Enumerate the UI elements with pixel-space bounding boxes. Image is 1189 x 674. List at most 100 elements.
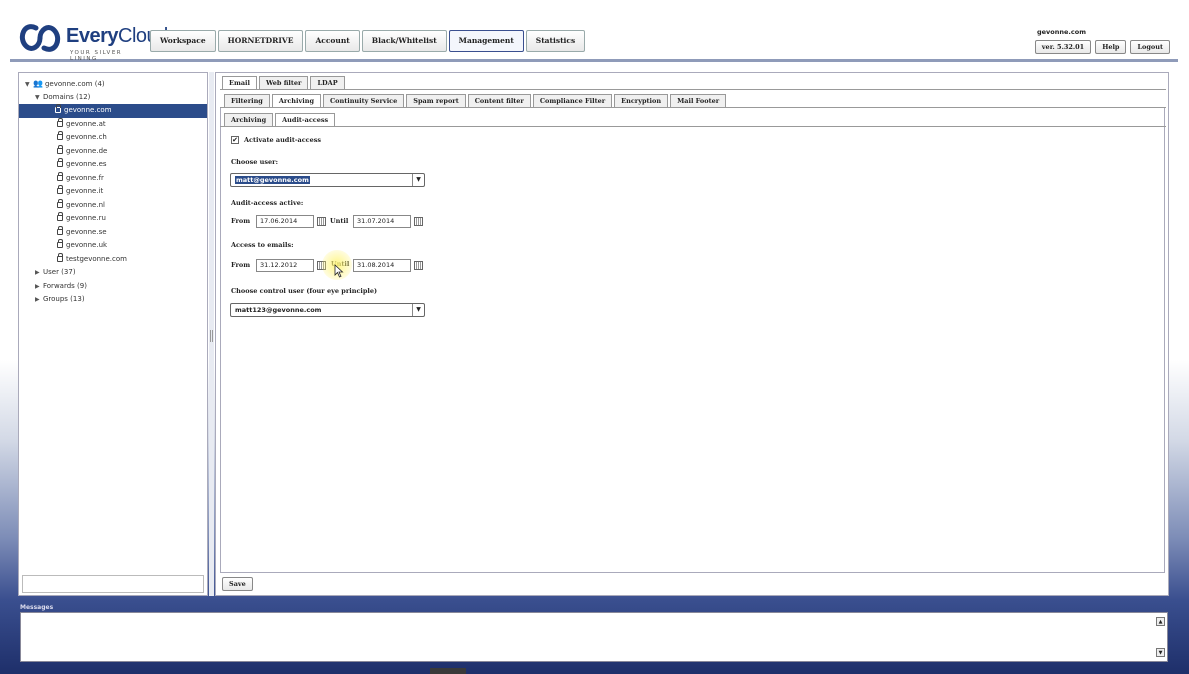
top-tabs: Email Web filter LDAP [222, 76, 347, 90]
tab-email[interactable]: Email [222, 76, 257, 90]
lock-icon [57, 144, 63, 154]
tree-domain-item[interactable]: gevonne.fr [19, 171, 207, 186]
nav-management-button[interactable]: Management [448, 30, 524, 52]
tree-domain-item[interactable]: testgevonne.com [19, 252, 207, 267]
tab-compliance-filter[interactable]: Compliance Filter [532, 94, 613, 107]
control-user-label: Choose control user (four eye principle) [231, 287, 378, 295]
expanded-triangle-icon: ▼ [35, 93, 40, 101]
brand-tagline: YOUR SILVER LINING [70, 50, 123, 62]
tab-content-filter[interactable]: Content filter [467, 94, 531, 107]
lock-icon [57, 239, 63, 248]
choose-user-value: matt@gevonne.com [235, 176, 310, 184]
tree-footer-box [22, 575, 204, 593]
splitter-grip-icon [210, 330, 213, 342]
tab-encryption[interactable]: Encryption [614, 94, 669, 107]
collapsed-triangle-icon: ▶ [35, 282, 40, 290]
nav-workspace-button[interactable]: Workspace [150, 30, 216, 52]
lock-icon [55, 104, 61, 113]
tab-archiving[interactable]: Archiving [271, 94, 321, 108]
tree-domain-item[interactable]: gevonne.uk [19, 239, 207, 253]
version-button[interactable]: ver. 5.32.01 [1034, 40, 1092, 54]
lock-icon [57, 212, 63, 221]
emails-from-label: From [231, 261, 251, 269]
tab-web-filter[interactable]: Web filter [258, 76, 309, 89]
tree-domain-item[interactable]: gevonne.se [19, 225, 207, 240]
audit-until-input[interactable]: 31.07.2014 [353, 215, 411, 228]
logout-button[interactable]: Logout [1130, 40, 1170, 54]
control-user-value: matt123@gevonne.com [235, 306, 322, 314]
calendar-icon[interactable] [414, 217, 423, 226]
tree-domain-item[interactable]: gevonne.es [19, 158, 207, 172]
help-button[interactable]: Help [1095, 40, 1127, 54]
scroll-up-icon[interactable]: ▲ [1156, 617, 1165, 626]
tab-spam-report[interactable]: Spam report [406, 94, 466, 107]
tab-divider [220, 89, 1166, 90]
messages-box: ▲ ▼ [20, 612, 1168, 662]
navigation-tree-panel: ▼ 👥 gevonne.com (4) ▼ Domains (12) gevonne.… [18, 72, 208, 596]
access-emails-label: Access to emails: [231, 241, 294, 249]
tree-root-item[interactable]: ▼ 👥 gevonne.com (4) [19, 77, 207, 91]
tab-divider [220, 126, 1166, 127]
lock-icon [57, 225, 63, 235]
panel-splitter[interactable] [209, 72, 214, 596]
audit-from-label: From [231, 217, 251, 225]
archiving-tabs: Archiving Audit-access [224, 113, 337, 127]
lock-icon [57, 117, 63, 127]
tab-filtering[interactable]: Filtering [224, 94, 270, 107]
choose-user-select[interactable]: matt@gevonne.com ▼ [230, 173, 425, 187]
audit-until-label: Until [330, 217, 349, 225]
scroll-down-icon[interactable]: ▼ [1156, 648, 1165, 657]
audit-from-input[interactable]: 17.06.2014 [256, 215, 314, 228]
tree-domain-item[interactable]: gevonne.at [19, 117, 207, 132]
account-buttons: ver. 5.32.01 Help Logout [1034, 40, 1170, 54]
nav-statistics-button[interactable]: Statistics [525, 30, 586, 52]
tree-groups-item[interactable]: ▶ Groups (13) [19, 293, 207, 307]
lock-icon [57, 131, 63, 140]
save-button[interactable]: Save [222, 577, 253, 591]
lock-icon [57, 252, 63, 262]
tree-domain-item[interactable]: gevonne.de [19, 144, 207, 159]
tree-forwards-item[interactable]: ▶ Forwards (9) [19, 280, 207, 294]
app-header: EveryCloud YOUR SILVER LINING Workspace … [10, 12, 1178, 62]
tree-domain-item[interactable]: gevonne.ch [19, 131, 207, 145]
calendar-icon[interactable] [414, 261, 423, 270]
choose-user-label: Choose user: [231, 158, 278, 166]
lock-icon [57, 171, 63, 181]
chevron-down-icon: ▼ [412, 174, 424, 186]
lock-icon [57, 158, 63, 167]
audit-active-label: Audit-access active: [231, 199, 304, 207]
taskbar-tab [430, 668, 466, 674]
tab-continuity-service[interactable]: Continuity Service [323, 94, 405, 107]
expanded-triangle-icon: ▼ [25, 81, 30, 88]
chevron-down-icon: ▼ [412, 304, 424, 316]
tab-divider [220, 107, 1166, 108]
tree-user-item[interactable]: ▶ User (37) [19, 266, 207, 280]
lock-icon [57, 185, 63, 194]
tab-archiving-sub[interactable]: Archiving [224, 113, 274, 126]
tree-domains-item[interactable]: ▼ Domains (12) [19, 91, 207, 105]
main-nav: Workspace HORNETDRIVE Account Black/Whit… [150, 30, 587, 52]
users-icon: 👥 [33, 79, 43, 88]
tab-mail-footer[interactable]: Mail Footer [670, 94, 727, 107]
nav-hornetdrive-button[interactable]: HORNETDRIVE [217, 30, 304, 52]
account-domain: gevonne.com [1037, 28, 1086, 36]
emails-until-input[interactable]: 31.08.2014 [353, 259, 411, 272]
activate-audit-checkbox[interactable]: ✔ [231, 136, 239, 144]
control-user-select[interactable]: matt123@gevonne.com ▼ [230, 303, 425, 317]
email-tabs: Filtering Archiving Continuity Service S… [224, 94, 728, 108]
collapsed-triangle-icon: ▶ [35, 269, 40, 276]
tab-ldap[interactable]: LDAP [310, 76, 345, 89]
tree-domain-item[interactable]: gevonne.nl [19, 198, 207, 213]
domain-tree: ▼ 👥 gevonne.com (4) ▼ Domains (12) gevonne.… [19, 77, 207, 307]
messages-pane: Messages ▲ ▼ [18, 604, 1170, 662]
tab-audit-access[interactable]: Audit-access [275, 113, 336, 127]
mouse-pointer-icon [334, 264, 344, 278]
nav-blackwhitelist-button[interactable]: Black/Whitelist [361, 30, 447, 52]
collapsed-triangle-icon: ▶ [35, 296, 40, 303]
emails-from-input[interactable]: 31.12.2012 [256, 259, 314, 272]
tree-domain-item[interactable]: gevonne.it [19, 185, 207, 199]
nav-account-button[interactable]: Account [305, 30, 360, 52]
tree-domain-item[interactable]: gevonne.ru [19, 212, 207, 226]
calendar-icon[interactable] [317, 217, 326, 226]
tree-domain-selected[interactable]: gevonne.com [19, 104, 207, 118]
